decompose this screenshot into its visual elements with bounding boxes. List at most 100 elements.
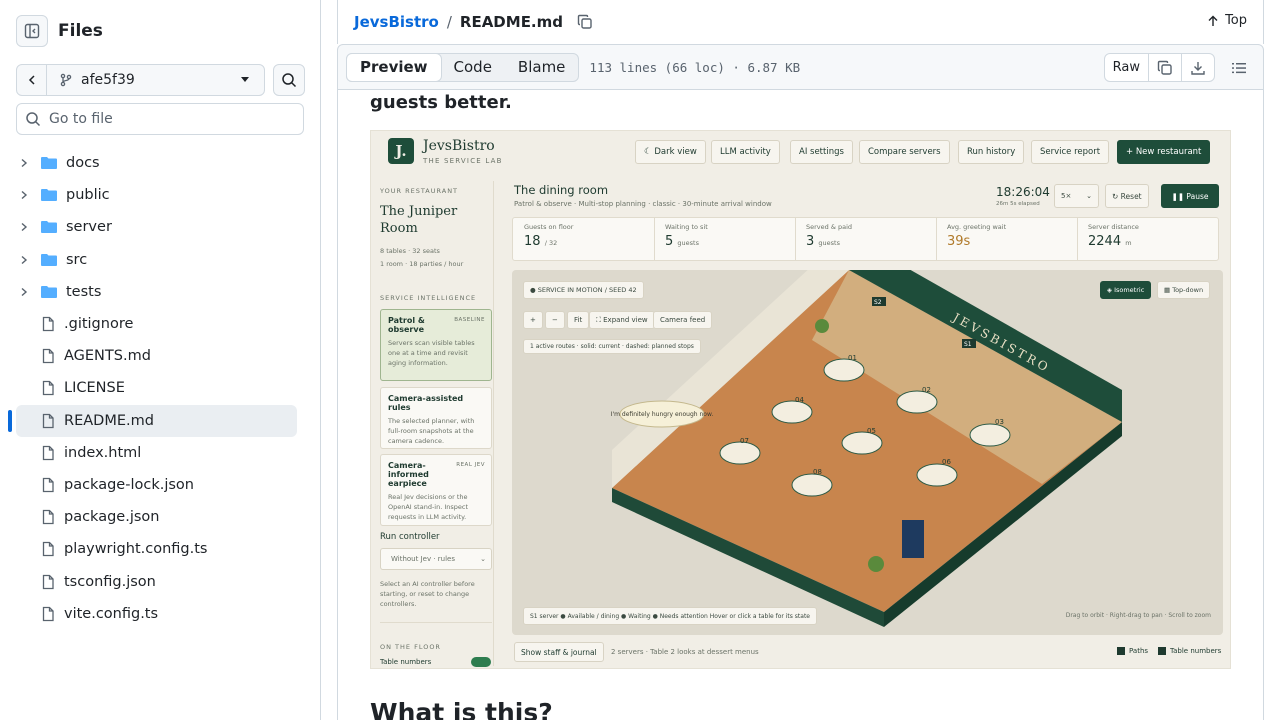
stat-value-wrap: 3 guests (806, 234, 926, 249)
tree-folder-item[interactable]: tests (16, 276, 297, 308)
stat-card: Server distance 2244 m (1078, 217, 1219, 261)
branch-selector[interactable]: afe5f39 (16, 64, 265, 96)
git-branch-icon (60, 73, 72, 87)
tree-folder-item[interactable]: public (16, 179, 297, 211)
list-icon (1232, 62, 1246, 73)
go-to-file-input[interactable] (49, 111, 289, 127)
table-07 (719, 441, 761, 465)
tree-item-label: AGENTS.md (64, 348, 151, 365)
stat-card: Guests on floor 18 / 32 (514, 217, 655, 261)
stat-label: Server distance (1088, 223, 1139, 231)
tree-file-item[interactable]: package-lock.json (16, 469, 297, 501)
stat-value: 5 (665, 234, 674, 249)
tab-preview[interactable]: Preview (346, 52, 442, 82)
tree-file-item[interactable]: index.html (16, 437, 297, 469)
file-icon (40, 574, 58, 590)
chevron-right-icon[interactable] (16, 255, 32, 265)
ai-settings-button: AI settings (790, 140, 853, 164)
server-tag: S1 (964, 341, 972, 348)
table-label: 02 (922, 386, 931, 394)
triangle-down-icon (241, 77, 249, 82)
readme-content: guests better. J. JevsBistro THE SERVICE… (337, 90, 1264, 720)
new-restaurant-button: + New restaurant (1117, 140, 1211, 164)
tree-item-label: playwright.config.ts (64, 541, 208, 558)
raw-button[interactable]: Raw (1105, 54, 1149, 81)
sidebar-header: Files (16, 15, 103, 47)
table-label: 08 (813, 468, 822, 476)
app-brand-sub: THE SERVICE LAB (423, 157, 503, 165)
tree-file-item[interactable]: vite.config.ts (16, 598, 297, 630)
table-numbers-check-label: Table numbers (1170, 647, 1222, 655)
branch-dropdown[interactable] (240, 72, 264, 88)
run-controller-value: Without Jev · rules (391, 555, 455, 563)
llm-activity-button: LLM activity (711, 140, 780, 164)
breadcrumb-repo-link[interactable]: JevsBistro (354, 13, 439, 31)
sidebar-title: Files (58, 21, 103, 41)
stat-unit: m (1125, 239, 1132, 247)
topdown-toggle: ▦ Top-down (1157, 281, 1211, 299)
run-controller-label: Run controller (380, 532, 440, 542)
tree-item-label: package-lock.json (64, 476, 194, 493)
top-link[interactable]: Top (1207, 13, 1247, 28)
collapse-sidebar-button[interactable] (16, 15, 48, 47)
sidebar-collapse-icon (24, 23, 40, 39)
checkbox-icon (1117, 647, 1125, 655)
tab-blame[interactable]: Blame (505, 54, 579, 81)
outline-button[interactable] (1223, 53, 1255, 82)
app-logo: J. (388, 138, 414, 164)
table-05 (841, 431, 883, 455)
dark-view-button: ☾ Dark view (635, 140, 706, 164)
search-icon (282, 73, 297, 88)
expand-view-button: ⛶ Expand view (589, 311, 655, 329)
status-pill: ● SERVICE IN MOTION / SEED 42 (523, 281, 644, 299)
tree-item-label: tsconfig.json (64, 573, 156, 590)
speed-value: 5× (1061, 192, 1072, 200)
tree-folder-item[interactable]: src (16, 244, 297, 276)
tree-file-item[interactable]: package.json (16, 501, 297, 533)
search-button[interactable] (273, 64, 305, 96)
copy-raw-button[interactable] (1149, 54, 1182, 81)
run-controller-select: Without Jev · rules ⌄ (380, 548, 492, 570)
tree-file-item[interactable]: playwright.config.ts (16, 533, 297, 565)
run-controller-hint: Select an AI controller before starting,… (380, 580, 475, 608)
tab-code[interactable]: Code (441, 54, 505, 81)
camera-feed-button: Camera feed (653, 311, 713, 329)
zoom-in-button: + (523, 311, 543, 329)
tree-file-item[interactable]: LICENSE (16, 372, 297, 404)
table-numbers-label: Table numbers (380, 658, 432, 666)
stat-unit: / 32 (544, 239, 558, 247)
plant (868, 556, 884, 572)
file-icon (40, 477, 58, 493)
arrow-up-icon (1208, 15, 1218, 26)
tree-folder-item[interactable]: docs (16, 147, 297, 179)
routes-note: 1 active routes · solid: current · dashe… (523, 339, 701, 354)
tree-folder-item[interactable]: server (16, 211, 297, 243)
show-staff-button: Show staff & journal (514, 642, 604, 662)
file-icon (40, 541, 58, 557)
go-to-file[interactable] (16, 103, 304, 135)
door (902, 520, 924, 558)
download-button[interactable] (1182, 54, 1214, 81)
chevron-right-icon[interactable] (16, 190, 32, 200)
card-desc: The selected planner, with full-room sna… (388, 417, 475, 445)
copy-path-button[interactable] (577, 14, 593, 30)
chevron-right-icon[interactable] (16, 158, 32, 168)
chevron-right-icon[interactable] (16, 287, 32, 297)
chevron-right-icon[interactable] (16, 222, 32, 232)
file-meta: 113 lines (66 loc) · 6.87 KB (589, 59, 801, 75)
tree-file-item[interactable]: README.md (8, 404, 297, 437)
card-title: Camera-assisted rules (388, 394, 464, 412)
breadcrumb-bar: JevsBistro / README.md Top (337, 0, 1264, 44)
tree-file-item[interactable]: .gitignore (16, 308, 297, 340)
table-04 (771, 400, 813, 424)
tree-file-item[interactable]: tsconfig.json (16, 565, 297, 597)
file-icon (40, 316, 58, 332)
tree-item-label: package.json (64, 509, 160, 526)
stat-value-wrap: 39s (947, 234, 1067, 249)
file-actions: Raw (1103, 53, 1255, 82)
service-report-button: Service report (1031, 140, 1110, 164)
tree-file-item[interactable]: AGENTS.md (16, 340, 297, 372)
back-button[interactable] (17, 65, 47, 95)
branch-name-wrap[interactable]: afe5f39 (47, 72, 240, 88)
table-02 (896, 390, 938, 414)
